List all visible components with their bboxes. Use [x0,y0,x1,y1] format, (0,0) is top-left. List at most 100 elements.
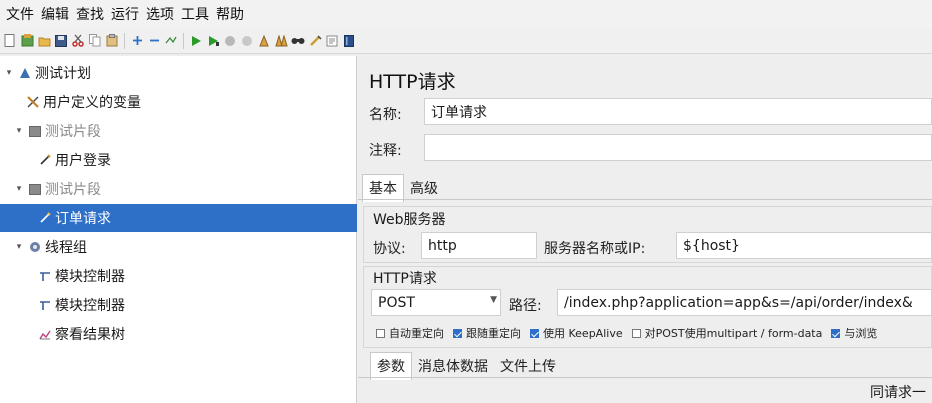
toolbar-separator [183,32,184,49]
expand-arrow-icon[interactable]: ▾ [14,242,24,252]
server-name-label: 服务器名称或IP: [544,241,646,257]
tab-body-data[interactable]: 消息体数据 [412,353,494,380]
results-tree-icon [38,327,52,341]
path-input[interactable]: /index.php?application=app&s=/api/order/… [557,289,932,316]
cut-icon[interactable] [71,34,85,48]
module-controller-icon [38,298,52,312]
copy-icon[interactable] [88,34,102,48]
sampler-icon [38,211,52,225]
multipart-label: 对POST使用multipart / form-data [644,327,823,340]
menu-file[interactable]: 文件 [4,4,39,24]
browser-compatible-label: 与浏览 [844,327,878,340]
start-icon[interactable] [189,34,203,48]
tree-item-label: 测试片段 [45,124,101,140]
tree-item-thread-group[interactable]: ▾ 线程组 [0,233,357,261]
tree-item-module-controller-1[interactable]: 模块控制器 [0,262,357,290]
fragment-icon [28,182,42,196]
toggle-icon[interactable] [164,34,178,48]
protocol-input[interactable]: http [421,232,537,259]
paste-icon[interactable] [105,34,119,48]
param-tab-divider [358,377,932,378]
test-plan-tree: ▾ 测试计划 用户定义的变量 ▾ 测试片段 用户登录 ▾ 测试片段 订单请求 ▾… [0,56,357,403]
toolbar [0,28,932,54]
follow-redirect-label: 跟随重定向 [466,327,521,340]
follow-redirect-checkbox[interactable] [453,328,462,338]
tree-item-label: 线程组 [45,240,87,256]
http-request-title: HTTP请求 [373,271,437,287]
menu-help[interactable]: 帮助 [214,4,249,24]
method-value: POST [378,294,415,311]
tree-item-test-plan[interactable]: ▾ 测试计划 [0,59,357,87]
tree-item-label: 用户登录 [55,153,111,169]
tree-item-label: 测试计划 [35,66,91,82]
page-title: HTTP请求 [369,71,456,93]
tab-advanced[interactable]: 高级 [404,175,444,202]
tab-file-upload[interactable]: 文件上传 [494,353,562,380]
tree-item-label: 模块控制器 [55,298,125,314]
stop-icon[interactable] [223,34,237,48]
module-controller-icon [38,269,52,283]
chevron-down-icon[interactable]: ▼ [490,295,497,305]
tree-item-fragment-2[interactable]: ▾ 测试片段 [0,175,357,203]
comment-input[interactable] [424,134,932,161]
tab-basic[interactable]: 基本 [362,174,404,202]
tree-item-module-controller-2[interactable]: 模块控制器 [0,291,357,319]
tree-item-label: 订单请求 [55,211,111,227]
multipart-checkbox[interactable] [631,328,641,338]
menu-search[interactable]: 查找 [74,4,109,24]
auto-redirect-label: 自动重定向 [389,327,444,340]
redirect-options: 自动重定向 跟随重定向 使用 KeepAlive 对POST使用multipar… [376,325,883,341]
clear-icon[interactable] [257,34,271,48]
menu-options[interactable]: 选项 [144,4,179,24]
comment-label: 注释: [369,143,402,159]
test-plan-icon [18,66,32,80]
tree-item-user-login[interactable]: 用户登录 [0,146,357,174]
fragment-icon [28,124,42,138]
tree-item-fragment-1[interactable]: ▾ 测试片段 [0,117,357,145]
menu-tools[interactable]: 工具 [179,4,214,24]
browser-compatible-checkbox[interactable] [831,328,841,338]
method-select[interactable]: POST ▼ [371,289,501,316]
parameter-tabs: 参数 消息体数据 文件上传 [370,352,562,380]
save-icon[interactable] [54,34,68,48]
menu-run[interactable]: 运行 [109,4,144,24]
sampler-icon [38,153,52,167]
collapse-icon[interactable] [147,34,161,48]
templates-icon[interactable] [20,34,34,48]
shutdown-icon[interactable] [240,34,254,48]
http-request-panel: HTTP请求 名称: 订单请求 注释: 基本 高级 Web服务器 协议: htt… [358,56,932,403]
expand-icon[interactable] [130,34,144,48]
tree-item-label: 察看结果树 [55,327,125,343]
start-no-pause-icon[interactable] [206,34,220,48]
auto-redirect-checkbox[interactable] [376,328,385,338]
menu-edit[interactable]: 编辑 [39,4,74,24]
expand-arrow-icon[interactable]: ▾ [14,126,24,136]
search-icon[interactable] [291,34,305,48]
send-params-text: 同请求一 [870,385,926,401]
tree-item-results-tree[interactable]: 察看结果树 [0,320,357,348]
help-icon[interactable] [342,34,356,48]
function-helper-icon[interactable] [325,34,339,48]
path-label: 路径: [509,298,542,314]
toolbar-separator [124,32,125,49]
tree-item-user-variables[interactable]: 用户定义的变量 [0,88,357,116]
tree-item-label: 测试片段 [45,182,101,198]
expand-arrow-icon[interactable]: ▾ [4,68,14,78]
new-icon[interactable] [3,34,17,48]
expand-arrow-icon[interactable]: ▾ [14,184,24,194]
keepalive-checkbox[interactable] [530,328,539,338]
keepalive-label: 使用 KeepAlive [543,327,623,340]
tab-divider [358,199,932,200]
name-input[interactable]: 订单请求 [424,98,932,125]
server-name-input[interactable]: ${host} [676,232,932,259]
name-label: 名称: [369,107,402,123]
protocol-label: 协议: [373,241,406,257]
tree-item-order-request[interactable]: 订单请求 [0,204,357,232]
tab-parameters[interactable]: 参数 [370,352,412,380]
variables-icon [26,95,40,109]
web-server-title: Web服务器 [373,212,446,228]
menu-bar: 文件 编辑 查找 运行 选项 工具 帮助 [0,0,932,28]
clear-all-icon[interactable] [274,34,288,48]
reset-search-icon[interactable] [308,34,322,48]
open-icon[interactable] [37,34,51,48]
